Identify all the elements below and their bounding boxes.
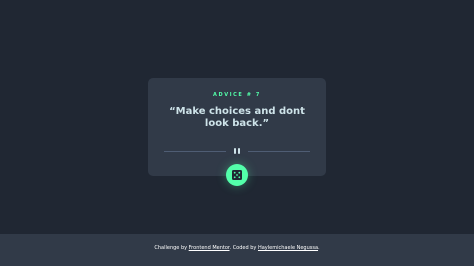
author-link[interactable]: Haylemichaele Negussa [258,245,318,251]
advice-quote: “Make choices and dont look back.” [169,106,305,129]
frontend-mentor-link[interactable]: Frontend Mentor [189,245,230,251]
divider-line-right [248,151,310,152]
page: ADVICE # 7 “Make choices and dont look b… [0,0,474,266]
advice-card: ADVICE # 7 “Make choices and dont look b… [148,78,326,176]
footer-prefix: Challenge by [154,245,189,251]
dice-icon [232,170,242,180]
new-advice-button[interactable] [226,164,248,186]
footer-suffix: . [318,245,320,251]
attribution-footer: Challenge by Frontend Mentor. Coded by H… [0,234,474,266]
footer-middle: . Coded by [229,245,258,251]
pause-icon [234,148,240,155]
divider [164,148,310,155]
divider-line-left [164,151,226,152]
advice-id: ADVICE # 7 [213,92,261,98]
